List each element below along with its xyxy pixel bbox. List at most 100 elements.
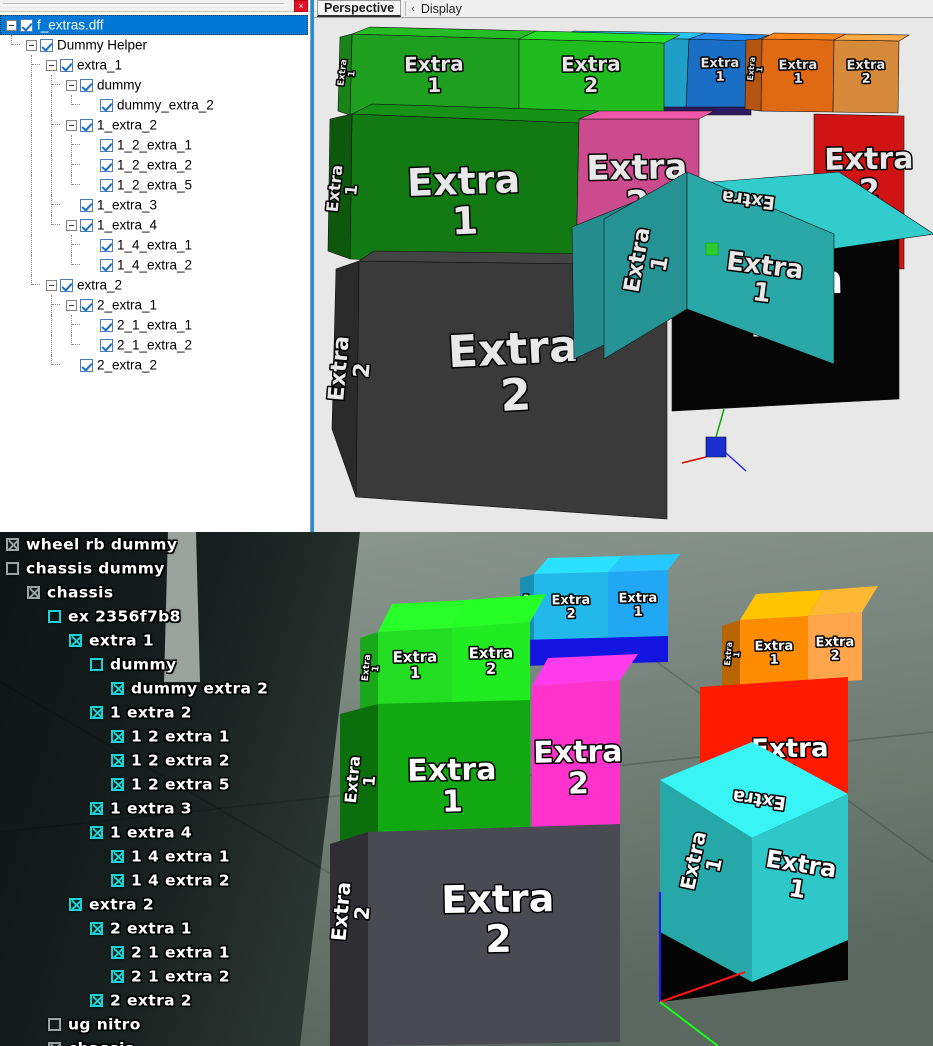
visibility-checkbox[interactable] (60, 278, 73, 292)
visibility-checkbox[interactable] (100, 98, 113, 112)
svg-text:2: 2 (349, 362, 375, 379)
game-overlay-row: 1 4 extra 1 (0, 844, 320, 868)
pivot-gizmo-blue (705, 436, 727, 458)
game-overlay-row: 2 extra 2 (0, 988, 320, 1012)
collapse-minus-icon[interactable] (66, 79, 77, 91)
visibility-checkbox[interactable] (100, 238, 113, 252)
visibility-checkbox[interactable] (20, 18, 33, 32)
overlay-row-label: 1 extra 2 (110, 703, 192, 722)
close-icon[interactable]: × (294, 0, 308, 12)
overlay-row-label: 1 extra 4 (110, 823, 192, 842)
collapse-minus-icon[interactable] (6, 19, 17, 31)
tree-guide-line (51, 115, 52, 135)
display-menu-label: Display (420, 1, 462, 16)
tree-row[interactable]: 1_2_extra_1 (0, 135, 310, 155)
svg-text:2: 2 (567, 607, 576, 622)
tree-guide-line (51, 335, 52, 355)
tree-guide-line (51, 135, 52, 155)
game-overlay-row: 1 2 extra 2 (0, 748, 320, 772)
tree-guide-elbow (72, 344, 80, 345)
titlebar-grip (3, 3, 284, 8)
tree-row[interactable]: 1_2_extra_5 (0, 175, 310, 195)
tree-row-label: dummy_extra_2 (117, 97, 214, 113)
visibility-checkbox[interactable] (60, 58, 73, 72)
collapse-minus-icon[interactable] (66, 119, 77, 131)
visibility-checkbox[interactable] (100, 318, 113, 332)
tree-guide-line (31, 95, 32, 115)
display-menu[interactable]: ‹ Display (411, 0, 462, 17)
collapse-minus-icon[interactable] (26, 39, 37, 51)
visibility-checkbox[interactable] (80, 198, 93, 212)
overlay-checkbox-checked (111, 946, 124, 959)
collapse-minus-icon[interactable] (66, 219, 77, 231)
visibility-checkbox[interactable] (80, 218, 93, 232)
visibility-checkbox[interactable] (100, 158, 113, 172)
overlay-checkbox-checked (90, 922, 103, 935)
tree-row[interactable]: 1_extra_4 (0, 215, 310, 235)
tree-row[interactable]: 2_1_extra_2 (0, 335, 310, 355)
tree-row[interactable]: dummy_extra_2 (0, 95, 310, 115)
visibility-checkbox[interactable] (80, 358, 93, 372)
collapse-minus-icon[interactable] (46, 59, 57, 71)
tree-guide-elbow (52, 304, 60, 305)
tree-row[interactable]: extra_2 (0, 275, 310, 295)
viewport-3d-canvas[interactable]: Extra2Extra1Extra1Extra1Extra2Extra1Extr… (314, 19, 933, 532)
tree-row[interactable]: 2_extra_2 (0, 355, 310, 375)
overlay-checkbox-empty (48, 1018, 61, 1031)
tree-guide-line (51, 315, 52, 335)
overlay-row-label: 1 2 extra 5 (131, 775, 230, 794)
tree-row-label: 1_4_extra_1 (117, 237, 193, 253)
visibility-checkbox[interactable] (80, 298, 93, 312)
tree-row[interactable]: f_extras.dff (0, 15, 308, 35)
svg-text:1: 1 (770, 653, 779, 668)
visibility-checkbox[interactable] (100, 258, 113, 272)
game-overlay-row: extra 1 (0, 628, 320, 652)
tree-row-label: f_extras.dff (37, 17, 104, 33)
tree-row[interactable]: 2_extra_1 (0, 295, 310, 315)
tree-row[interactable]: 1_extra_2 (0, 115, 310, 135)
overlay-checkbox-checked (90, 826, 103, 839)
tree-row[interactable]: 1_4_extra_2 (0, 255, 310, 275)
tree-row[interactable]: Dummy Helper (0, 35, 310, 55)
tree-guide-elbow (72, 104, 80, 105)
tree-row[interactable]: 1_2_extra_2 (0, 155, 310, 175)
tree-guide-elbow (32, 284, 40, 285)
game-debug-overlay: wheel rb dummy chassis dummy chassis ex 235… (0, 532, 320, 1046)
game-overlay-row: chassis (0, 1036, 320, 1046)
svg-text:1: 1 (347, 70, 358, 77)
overlay-checkbox-checked (6, 538, 19, 551)
visibility-checkbox[interactable] (80, 118, 93, 132)
tree-row[interactable]: 1_extra_3 (0, 195, 310, 215)
svg-text:2: 2 (831, 649, 840, 664)
game-overlay-row: extra 2 (0, 892, 320, 916)
cube-face-top (578, 110, 715, 120)
overlay-checkbox-checked (90, 802, 103, 815)
editor-window: × f_extras.dff Dummy Helper extra_1 dummy du… (0, 0, 933, 532)
svg-text:1: 1 (371, 665, 382, 672)
visibility-checkbox[interactable] (100, 338, 113, 352)
tree-row-label: Dummy Helper (57, 37, 148, 53)
collapse-minus-icon[interactable] (66, 299, 77, 311)
tree-row[interactable]: dummy (0, 75, 310, 95)
overlay-checkbox-checked (69, 634, 82, 647)
visibility-checkbox[interactable] (100, 178, 113, 192)
visibility-checkbox[interactable] (40, 38, 53, 52)
tree-guide-elbow (52, 364, 60, 365)
hierarchy-panel: × f_extras.dff Dummy Helper extra_1 dummy du… (0, 0, 311, 532)
overlay-row-label: 1 extra 3 (110, 799, 192, 818)
tree-row[interactable]: 1_4_extra_1 (0, 235, 310, 255)
tree-row[interactable]: extra_1 (0, 55, 310, 75)
tree-row[interactable]: 2_1_extra_1 (0, 315, 310, 335)
editor-scene-svg: Extra2Extra1Extra1Extra1Extra2Extra1Extr… (314, 19, 933, 532)
perspective-button[interactable]: Perspective (317, 0, 402, 17)
collapse-minus-icon[interactable] (46, 279, 57, 291)
tree-guide-line (31, 135, 32, 155)
overlay-row-label: chassis (68, 1040, 134, 1046)
visibility-checkbox[interactable] (80, 78, 93, 92)
visibility-checkbox[interactable] (100, 138, 113, 152)
overlay-row-label: ex 2356f7b8 (68, 607, 181, 626)
